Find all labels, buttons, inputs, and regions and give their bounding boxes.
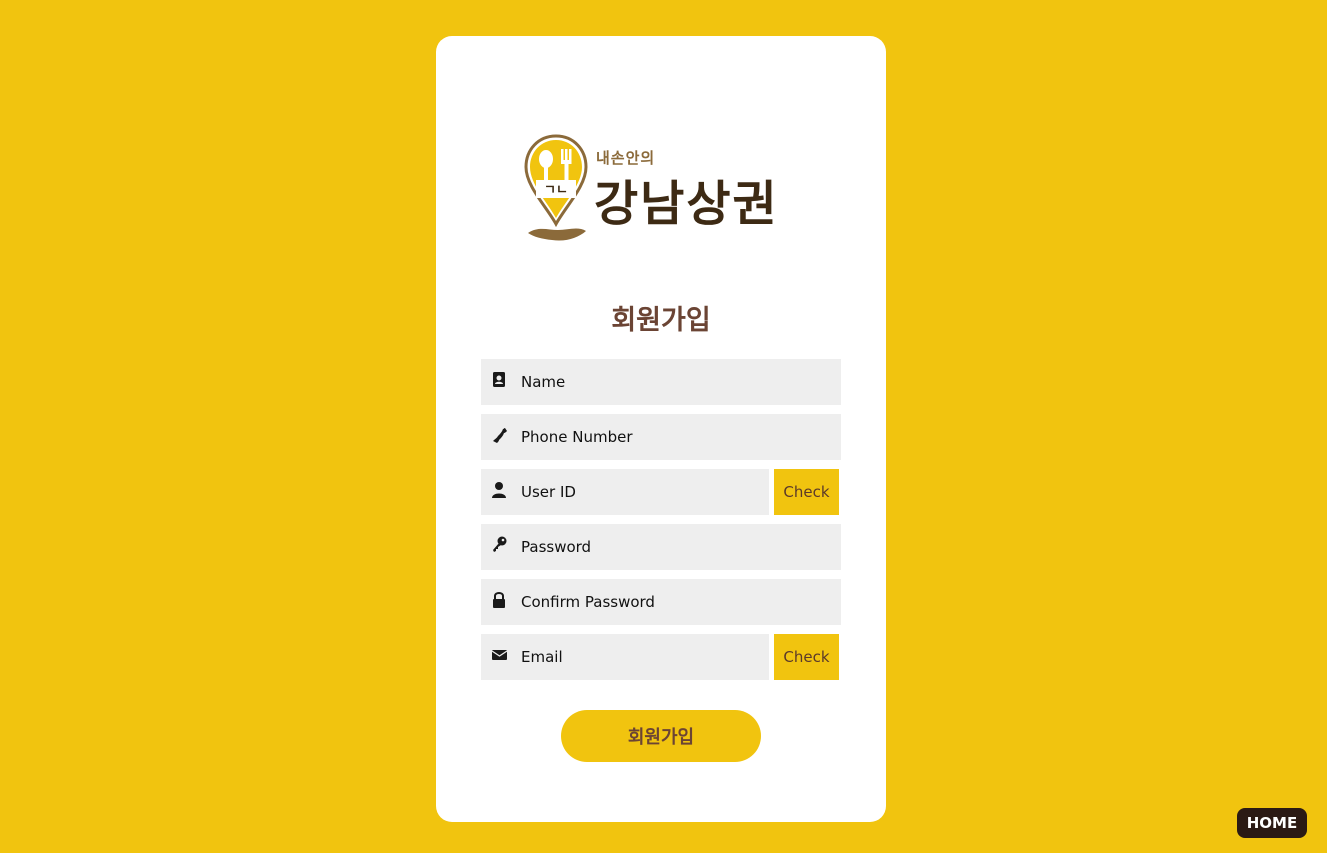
name-field <box>481 359 841 405</box>
password-input[interactable] <box>521 524 833 570</box>
phone-field <box>481 414 841 460</box>
userid-field <box>481 469 769 515</box>
map-pin-logo-icon: ㄱㄴ <box>524 134 588 241</box>
key-icon <box>493 536 507 552</box>
home-button[interactable]: HOME <box>1237 808 1307 838</box>
confirm-password-field <box>481 579 841 625</box>
signup-submit-button[interactable]: 회원가입 <box>561 710 761 762</box>
brand-logo: ㄱㄴ 내손안의 강남상권 <box>524 134 814 249</box>
userid-input[interactable] <box>521 469 761 515</box>
envelope-icon <box>492 650 508 660</box>
contact-card-icon <box>493 372 505 387</box>
check-userid-button[interactable]: Check <box>774 469 839 515</box>
password-field <box>481 524 841 570</box>
page-title: 회원가입 <box>611 305 711 336</box>
lock-icon <box>493 592 505 608</box>
logo-brand-text: 강남상권 <box>594 176 779 232</box>
phone-icon <box>493 428 507 443</box>
pin-label: ㄱㄴ <box>544 183 568 198</box>
email-field <box>481 634 769 680</box>
confirm-password-input[interactable] <box>521 579 833 625</box>
email-input[interactable] <box>521 634 761 680</box>
signup-card: ㄱㄴ 내손안의 강남상권 회원가입 Check <box>436 36 886 822</box>
user-icon <box>492 482 506 498</box>
check-email-button[interactable]: Check <box>774 634 839 680</box>
name-input[interactable] <box>521 359 833 405</box>
phone-input[interactable] <box>521 414 833 460</box>
